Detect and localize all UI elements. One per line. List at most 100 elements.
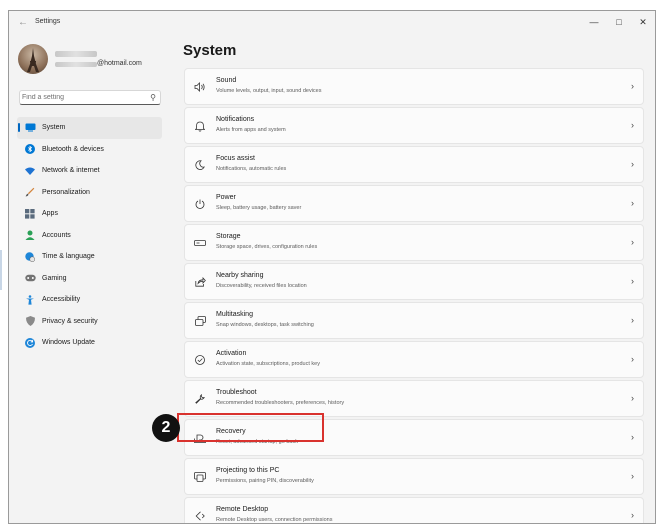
settings-item-notifications[interactable]: Notifications Alerts from apps and syste… — [184, 107, 644, 144]
sidebar-item-windows-update[interactable]: Windows Update — [17, 332, 162, 354]
moon-icon — [194, 159, 206, 171]
user-email-redacted — [55, 62, 97, 67]
item-description: Reset, advanced startup, go back — [216, 439, 298, 445]
item-description: Recommended troubleshooters, preferences… — [216, 400, 345, 406]
multitask-icon — [194, 315, 206, 327]
search-icon[interactable]: ⚲ — [150, 93, 156, 103]
chevron-right-icon: › — [631, 315, 634, 325]
chevron-right-icon: › — [631, 159, 634, 169]
sidebar-item-gaming[interactable]: Gaming — [17, 268, 162, 290]
sidebar-item-label: Network & internet — [42, 167, 100, 175]
item-title: Sound — [216, 77, 237, 84]
sidebar-item-personalization[interactable]: Personalization — [17, 182, 162, 204]
settings-item-power[interactable]: Power Sleep, battery usage, battery save… — [184, 185, 644, 222]
chevron-right-icon: › — [631, 237, 634, 247]
item-description: Activation state, subscriptions, product… — [216, 361, 320, 367]
settings-item-nearby-sharing[interactable]: Nearby sharing Discoverability, received… — [184, 263, 644, 300]
sidebar-item-apps[interactable]: Apps — [17, 203, 162, 225]
recovery-icon — [194, 432, 206, 444]
sidebar-item-label: Time & language — [42, 253, 95, 261]
item-title: Focus assist — [216, 155, 255, 162]
sidebar-item-label: Bluetooth & devices — [42, 145, 104, 153]
wifi-icon — [24, 165, 36, 177]
settings-item-sound[interactable]: Sound Volume levels, output, input, soun… — [184, 68, 644, 105]
chevron-right-icon: › — [631, 81, 634, 91]
settings-item-troubleshoot[interactable]: Troubleshoot Recommended troubleshooters… — [184, 380, 644, 417]
brush-icon — [24, 186, 36, 198]
sidebar-item-label: Windows Update — [42, 339, 95, 347]
shield-icon — [24, 315, 36, 327]
settings-item-activation[interactable]: Activation Activation state, subscriptio… — [184, 341, 644, 378]
item-title: Storage — [216, 233, 241, 240]
bell-icon — [194, 120, 206, 132]
check-circle-icon — [194, 354, 206, 366]
back-arrow-icon[interactable]: ← — [16, 16, 30, 30]
apps-icon — [24, 208, 36, 220]
drive-icon — [194, 237, 206, 249]
sidebar-item-accounts[interactable]: Accounts — [17, 225, 162, 247]
app-title: Settings — [35, 18, 61, 25]
item-title: Notifications — [216, 116, 255, 123]
search-input[interactable] — [22, 92, 146, 103]
step-number-badge: 2 — [152, 414, 180, 442]
item-title: Recovery — [216, 428, 246, 435]
chevron-right-icon: › — [631, 120, 634, 130]
globe-clock-icon — [24, 251, 36, 263]
chevron-right-icon: › — [631, 432, 634, 442]
edge-accent-line — [0, 250, 2, 290]
share-icon — [194, 276, 206, 288]
item-title: Troubleshoot — [216, 389, 257, 396]
sidebar-item-label: Accounts — [42, 231, 71, 239]
sidebar-item-label: System — [42, 124, 66, 132]
chevron-right-icon: › — [631, 471, 634, 481]
settings-item-storage[interactable]: Storage Storage space, drives, configura… — [184, 224, 644, 261]
update-icon — [24, 337, 36, 349]
page-title: System — [183, 42, 237, 59]
bluetooth-icon — [24, 143, 36, 155]
settings-item-projecting[interactable]: Projecting to this PC Permissions, pairi… — [184, 458, 644, 495]
projector-icon — [194, 471, 206, 483]
sidebar-item-label: Apps — [42, 210, 58, 218]
remote-desktop-icon — [194, 510, 206, 522]
settings-item-recovery[interactable]: Recovery Reset, advanced startup, go bac… — [184, 419, 644, 456]
sidebar-item-network[interactable]: Network & internet — [17, 160, 162, 182]
title-bar: ← Settings — □ ✕ — [9, 11, 655, 35]
item-description: Sleep, battery usage, battery saver — [216, 205, 302, 211]
maximize-button[interactable]: □ — [607, 14, 631, 30]
chevron-right-icon: › — [631, 276, 634, 286]
settings-window: ← Settings — □ ✕ @hotmail.com ⚲ System B… — [8, 10, 656, 524]
sidebar-item-system[interactable]: System — [17, 117, 162, 139]
minimize-button[interactable]: — — [582, 14, 606, 30]
close-button[interactable]: ✕ — [631, 14, 655, 30]
avatar[interactable] — [18, 44, 48, 74]
item-description: Discoverability, received files location — [216, 283, 307, 289]
settings-list: Sound Volume levels, output, input, soun… — [184, 68, 645, 523]
wrench-icon — [194, 393, 206, 405]
item-title: Projecting to this PC — [216, 467, 280, 474]
item-description: Notifications, automatic rules — [216, 166, 287, 172]
sidebar-item-accessibility[interactable]: Accessibility — [17, 289, 162, 311]
sidebar-item-time-language[interactable]: Time & language — [17, 246, 162, 268]
search-box[interactable]: ⚲ — [19, 90, 161, 105]
settings-item-focus-assist[interactable]: Focus assist Notifications, automatic ru… — [184, 146, 644, 183]
speaker-icon — [194, 81, 206, 93]
item-description: Remote Desktop users, connection permiss… — [216, 517, 333, 523]
accessibility-icon — [24, 294, 36, 306]
sidebar-item-bluetooth[interactable]: Bluetooth & devices — [17, 139, 162, 161]
chevron-right-icon: › — [631, 393, 634, 403]
settings-item-multitasking[interactable]: Multitasking Snap windows, desktops, tas… — [184, 302, 644, 339]
gamepad-icon — [24, 272, 36, 284]
item-title: Nearby sharing — [216, 272, 264, 279]
item-title: Multitasking — [216, 311, 253, 318]
item-description: Permissions, pairing PIN, discoverabilit… — [216, 478, 314, 484]
chevron-right-icon: › — [631, 510, 634, 520]
item-title: Power — [216, 194, 236, 201]
item-title: Remote Desktop — [216, 506, 269, 513]
item-description: Storage space, drives, configuration rul… — [216, 244, 318, 250]
item-description: Snap windows, desktops, task switching — [216, 322, 314, 328]
sidebar-item-privacy[interactable]: Privacy & security — [17, 311, 162, 333]
eiffel-tower-icon — [27, 48, 39, 72]
settings-item-remote-desktop[interactable]: Remote Desktop Remote Desktop users, con… — [184, 497, 644, 523]
system-icon — [24, 122, 36, 134]
person-icon — [24, 229, 36, 241]
